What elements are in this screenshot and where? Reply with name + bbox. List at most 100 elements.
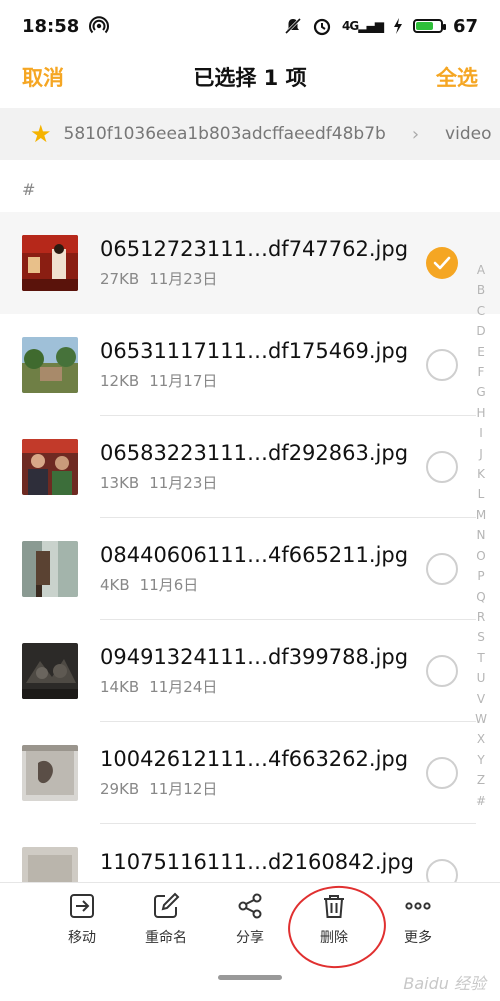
chevron-right-icon: › bbox=[411, 123, 420, 145]
file-row[interactable]: 06512723111…df747762.jpg 27KB 11月23日 bbox=[0, 212, 500, 314]
page-title: 已选择 1 项 bbox=[193, 66, 307, 90]
breadcrumb-current-folder[interactable]: video bbox=[445, 124, 491, 144]
file-thumbnail bbox=[22, 439, 78, 495]
file-info: 06512723111…df747762.jpg 27KB 11月23日 bbox=[100, 237, 426, 289]
file-date: 11月23日 bbox=[149, 270, 218, 289]
share-label: 分享 bbox=[236, 930, 264, 946]
file-row[interactable]: 06583223111…df292863.jpg 13KB 11月23日 bbox=[0, 416, 500, 518]
alphabet-index-letter[interactable]: R bbox=[477, 607, 485, 627]
breadcrumb-folder-segment[interactable]: 5810f1036eea1b803adcffaeedf48b7b bbox=[64, 124, 386, 144]
charging-icon bbox=[393, 18, 402, 34]
alphabet-index-letter[interactable]: V bbox=[477, 689, 485, 709]
select-all-button[interactable]: 全选 bbox=[436, 62, 478, 92]
home-indicator[interactable] bbox=[218, 975, 282, 980]
battery-icon bbox=[412, 19, 446, 33]
rename-label: 重命名 bbox=[145, 930, 187, 946]
alphabet-index-letter[interactable]: F bbox=[478, 362, 485, 382]
file-row[interactable]: 09491324111…df399788.jpg 14KB 11月24日 bbox=[0, 620, 500, 722]
selection-checkbox[interactable] bbox=[426, 655, 458, 687]
move-icon bbox=[70, 894, 94, 918]
move-button[interactable]: 移动 bbox=[50, 891, 114, 955]
selection-checkbox[interactable] bbox=[426, 349, 458, 381]
file-name: 08440606111…4f665211.jpg bbox=[100, 542, 409, 567]
selection-checkbox[interactable] bbox=[426, 451, 458, 483]
edit-icon bbox=[154, 892, 180, 918]
more-dots-icon bbox=[405, 902, 431, 910]
alphabet-index-letter[interactable]: S bbox=[477, 627, 485, 647]
status-bar: 18:58 4G▂▄▆ 67 bbox=[0, 0, 500, 52]
alphabet-index-letter[interactable]: P bbox=[477, 566, 484, 586]
file-name: 09491324111…df399788.jpg bbox=[100, 644, 409, 669]
alphabet-index-letter[interactable]: B bbox=[477, 280, 485, 300]
file-thumbnail bbox=[22, 745, 78, 801]
more-label: 更多 bbox=[404, 930, 432, 946]
watermark: Baidu 经验 bbox=[403, 974, 486, 993]
section-header: # bbox=[22, 180, 36, 199]
alphabet-index-letter[interactable]: C bbox=[477, 301, 485, 321]
file-size: 4KB bbox=[100, 576, 130, 595]
alphabet-index-letter[interactable]: O bbox=[476, 546, 485, 566]
file-info: 08440606111…4f665211.jpg 4KB 11月6日 bbox=[100, 543, 426, 595]
toolbar-actions: 移动 重命名 分享 删除 更多 bbox=[0, 891, 500, 955]
more-button[interactable]: 更多 bbox=[386, 891, 450, 955]
alphabet-index[interactable]: A B C D E F G H I J K L M N O P Q R S T U V W X Y Z # bbox=[474, 260, 488, 811]
selection-checkbox[interactable] bbox=[426, 553, 458, 585]
alphabet-index-letter[interactable]: Q bbox=[476, 587, 485, 607]
status-right: 4G▂▄▆ 67 bbox=[284, 16, 478, 37]
alphabet-index-letter[interactable]: J bbox=[479, 444, 483, 464]
alphabet-index-letter[interactable]: M bbox=[476, 505, 486, 525]
alphabet-index-letter[interactable]: Y bbox=[477, 750, 484, 770]
file-date: 11月23日 bbox=[149, 474, 218, 493]
selection-checkbox[interactable] bbox=[426, 757, 458, 789]
alphabet-index-letter[interactable]: U bbox=[477, 668, 486, 688]
alphabet-index-letter[interactable]: E bbox=[477, 342, 485, 362]
rename-button[interactable]: 重命名 bbox=[134, 891, 198, 955]
signal-icon: 4G▂▄▆ bbox=[342, 19, 384, 33]
alphabet-index-letter[interactable]: N bbox=[477, 525, 486, 545]
file-list: 06512723111…df747762.jpg 27KB 11月23日 0653… bbox=[0, 212, 500, 926]
file-size: 29KB bbox=[100, 780, 140, 799]
alphabet-index-letter[interactable]: W bbox=[475, 709, 487, 729]
selection-checkbox[interactable] bbox=[426, 247, 458, 279]
alphabet-index-letter[interactable]: X bbox=[477, 729, 485, 749]
alphabet-index-letter[interactable]: L bbox=[478, 484, 485, 504]
file-meta: 29KB 11月12日 bbox=[100, 778, 426, 799]
share-button[interactable]: 分享 bbox=[218, 891, 282, 955]
alphabet-index-letter[interactable]: Z bbox=[477, 770, 485, 790]
file-date: 11月6日 bbox=[139, 576, 199, 595]
mute-icon bbox=[284, 17, 302, 35]
alphabet-index-letter[interactable]: # bbox=[476, 791, 486, 811]
file-info: 06583223111…df292863.jpg 13KB 11月23日 bbox=[100, 441, 426, 493]
alphabet-index-letter[interactable]: A bbox=[477, 260, 485, 280]
file-row[interactable]: 08440606111…4f665211.jpg 4KB 11月6日 bbox=[0, 518, 500, 620]
file-date: 11月12日 bbox=[149, 780, 218, 799]
hotspot-icon bbox=[89, 16, 110, 34]
battery-level: 67 bbox=[452, 15, 478, 37]
alphabet-index-letter[interactable]: K bbox=[477, 464, 485, 484]
network-type: 4G bbox=[342, 19, 359, 33]
file-thumbnail bbox=[22, 337, 78, 393]
alphabet-index-letter[interactable]: I bbox=[479, 423, 483, 443]
status-left: 18:58 bbox=[22, 15, 110, 37]
alarm-icon bbox=[313, 18, 331, 36]
file-info: 06531117111…df175469.jpg 12KB 11月17日 bbox=[100, 339, 426, 391]
move-label: 移动 bbox=[68, 930, 96, 946]
share-icon bbox=[238, 893, 262, 919]
file-thumbnail bbox=[22, 541, 78, 597]
file-size: 27KB bbox=[100, 270, 140, 289]
alphabet-index-letter[interactable]: H bbox=[476, 403, 485, 423]
file-name: 10042612111…4f663262.jpg bbox=[100, 746, 409, 771]
file-row[interactable]: 06531117111…df175469.jpg 12KB 11月17日 bbox=[0, 314, 500, 416]
file-date: 11月17日 bbox=[149, 372, 218, 391]
alphabet-index-letter[interactable]: D bbox=[476, 321, 485, 341]
file-size: 14KB bbox=[100, 678, 140, 697]
file-date: 11月24日 bbox=[149, 678, 218, 697]
cancel-button[interactable]: 取消 bbox=[22, 62, 64, 92]
alphabet-index-letter[interactable]: T bbox=[477, 648, 484, 668]
status-time: 18:58 bbox=[22, 15, 80, 37]
favorite-star-icon[interactable]: ★ bbox=[30, 120, 52, 148]
file-row[interactable]: 10042612111…4f663262.jpg 29KB 11月12日 bbox=[0, 722, 500, 824]
file-meta: 4KB 11月6日 bbox=[100, 574, 426, 595]
file-meta: 14KB 11月24日 bbox=[100, 676, 426, 697]
alphabet-index-letter[interactable]: G bbox=[476, 382, 485, 402]
